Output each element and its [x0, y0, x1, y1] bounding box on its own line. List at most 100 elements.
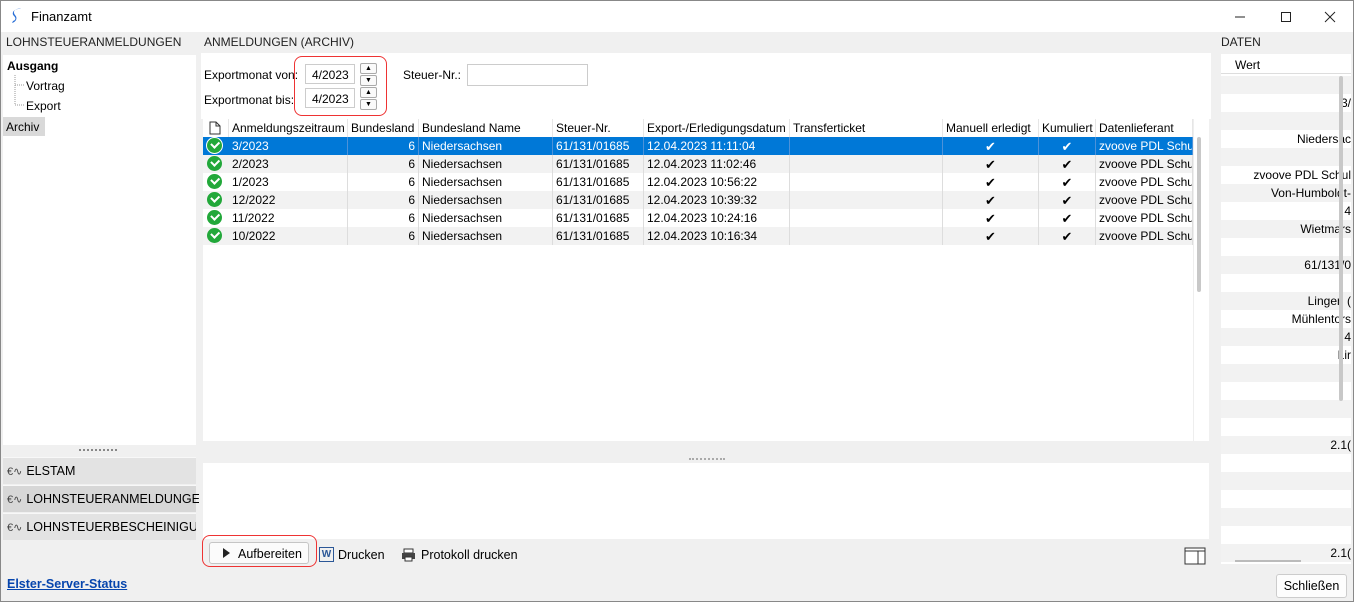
table-cell: zvoove PDL Schul: [1096, 191, 1193, 209]
exportmonat-von-label: Exportmonat von:: [204, 68, 299, 82]
header-doc-col[interactable]: [203, 119, 229, 137]
header-export-datum[interactable]: Export-/Erledigungsdatum: [644, 119, 790, 137]
header-anmeldungszeitraum[interactable]: Anmeldungszeitraum: [229, 119, 348, 137]
checkmark-icon: ✔: [943, 173, 1039, 191]
daten-value-row: [1221, 472, 1351, 490]
checkmark-icon: ✔: [1039, 209, 1096, 227]
tree-item-archiv[interactable]: Archiv: [3, 117, 45, 136]
daten-value-row: 4: [1344, 204, 1351, 218]
daten-value-row: [1221, 400, 1351, 418]
close-icon: [1324, 11, 1336, 22]
daten-value-row: [1221, 382, 1351, 400]
euro-icon: €∿: [7, 466, 23, 478]
checkmark-icon: ✔: [943, 155, 1039, 173]
table-cell: 61/131/01685: [553, 155, 644, 173]
navigation-tree: Ausgang Vortrag Export Archiv: [3, 55, 196, 445]
header-kumuliert[interactable]: Kumuliert: [1039, 119, 1096, 137]
daten-value-row: [1221, 76, 1351, 94]
table-cell: [790, 191, 943, 209]
table-cell: 11/2022: [229, 209, 348, 227]
schliessen-button[interactable]: Schließen: [1276, 574, 1347, 598]
daten-value-row: Wietmars: [1221, 220, 1351, 238]
header-bundesland-name[interactable]: Bundesland Name: [419, 119, 553, 137]
drucken-button[interactable]: W Drucken: [319, 545, 387, 565]
checkmark-icon: ✔: [943, 227, 1039, 245]
daten-value-row: [1221, 508, 1351, 526]
table-cell: Niedersachsen: [419, 137, 553, 155]
header-steuer-nr[interactable]: Steuer-Nr.: [553, 119, 644, 137]
printer-icon: [402, 548, 415, 562]
action-toolbar: Aufbereiten W Drucken Protokoll drucken: [201, 535, 1211, 571]
table-cell: 6: [348, 209, 419, 227]
table-cell: Niedersachsen: [419, 209, 553, 227]
table-cell: [790, 137, 943, 155]
tree-item-ausgang[interactable]: Ausgang: [7, 59, 58, 73]
table-cell: Niedersachsen: [419, 155, 553, 173]
table-cell: [790, 209, 943, 227]
daten-value-row: [1221, 238, 1351, 256]
tree-lines: [14, 75, 25, 106]
table-row[interactable]: 11/2022 6 Niedersachsen 61/131/01685 12.04.2…: [203, 209, 1193, 227]
table-row[interactable]: 2/2023 6 Niedersachsen 61/131/01685 12.04.20…: [203, 155, 1193, 173]
nav-lohnsteueranmeldungen[interactable]: €∿ LOHNSTEUERANMELDUNGEN: [3, 485, 209, 512]
close-window-button[interactable]: [1307, 1, 1353, 32]
table-row[interactable]: 10/2022 6 Niedersachsen 61/131/01685 12.04.2…: [203, 227, 1193, 245]
title-bar: Finanzamt: [1, 1, 1353, 32]
nav-lohnsteuerbescheinigungen[interactable]: €∿LOHNSTEUERBESCHEINIGUNGE: [3, 513, 196, 540]
table-cell: Niedersachsen: [419, 191, 553, 209]
checkmark-icon: ✔: [1039, 155, 1096, 173]
table-cell: 1/2023: [229, 173, 348, 191]
splitter-grip[interactable]: [79, 449, 117, 451]
euro-icon: €∿: [7, 494, 23, 506]
daten-scrollbar-thumb[interactable]: [1339, 76, 1343, 401]
minimize-button[interactable]: [1217, 1, 1263, 32]
table-scrollbar-thumb[interactable]: [1197, 137, 1201, 292]
status-bar: Elster-Server-Status Schließen: [1, 571, 1353, 601]
table-cell: 61/131/01685: [553, 173, 644, 191]
daten-value-row: zvoove PDL Schul: [1253, 168, 1351, 182]
table-row[interactable]: 3/2023 6 Niedersachsen 61/131/01685 12.04.20…: [203, 137, 1193, 155]
filter-panel: Exportmonat von: 4/2023 ▲ ▼ Exportmonat …: [201, 53, 1211, 119]
daten-header-wert[interactable]: Wert: [1221, 54, 1351, 74]
euro-icon: €∿: [7, 522, 23, 534]
daten-hscroll[interactable]: [1235, 560, 1301, 562]
daten-value-row: [1221, 364, 1351, 382]
header-datenlieferant[interactable]: Datenlieferant: [1096, 119, 1193, 137]
table-cell: Niedersachsen: [419, 173, 553, 191]
table-cell: [790, 173, 943, 191]
steuer-nr-input[interactable]: [467, 64, 588, 86]
aufbereiten-button[interactable]: Aufbereiten: [209, 542, 309, 564]
tree-item-export[interactable]: Export: [26, 99, 61, 113]
window-title: Finanzamt: [31, 9, 92, 24]
nav-lstb-label: LOHNSTEUERBESCHEINIGUNGE: [26, 520, 196, 534]
header-manuell-erledigt[interactable]: Manuell erledigt: [943, 119, 1039, 137]
table-cell: 12.04.2023 10:24:16: [644, 209, 790, 227]
ok-status-icon: [207, 174, 222, 189]
maximize-button[interactable]: [1263, 1, 1309, 32]
protokoll-label: Protokoll drucken: [421, 548, 518, 562]
table-cell: 3/2023: [229, 137, 348, 155]
daten-value-row: [1221, 490, 1351, 508]
table-cell: 6: [348, 155, 419, 173]
table-cell: 61/131/01685: [553, 227, 644, 245]
steuer-nr-label: Steuer-Nr.:: [403, 68, 462, 82]
daten-value-row: Niedersac: [1296, 132, 1351, 146]
daten-list: Wert 3/Niedersac zvoove PDL Schul Von-Humb…: [1221, 54, 1351, 564]
nav-elstam[interactable]: €∿ ELSTAM: [3, 457, 196, 484]
header-transferticket[interactable]: Transferticket: [790, 119, 943, 137]
protokoll-drucken-button[interactable]: Protokoll drucken: [401, 545, 521, 565]
splitter-grip-horizontal[interactable]: [689, 458, 725, 460]
table-scrollbar-track[interactable]: [1193, 119, 1209, 441]
table-row[interactable]: 1/2023 6 Niedersachsen 61/131/01685 12.04.20…: [203, 173, 1193, 191]
elster-server-status-link[interactable]: Elster-Server-Status: [7, 577, 127, 591]
tree-item-vortrag[interactable]: Vortrag: [26, 79, 65, 93]
splitter-bar[interactable]: [203, 441, 1209, 463]
panel-layout-icon[interactable]: [1184, 547, 1206, 565]
detail-panel: [203, 463, 1209, 539]
header-bundesland[interactable]: Bundesland: [348, 119, 419, 137]
daten-value-row: [1221, 112, 1351, 130]
table-cell: 6: [348, 173, 419, 191]
checkmark-icon: ✔: [943, 137, 1039, 155]
table-cell: 10/2022: [229, 227, 348, 245]
table-row[interactable]: 12/2022 6 Niedersachsen 61/131/01685 12.04.2…: [203, 191, 1193, 209]
